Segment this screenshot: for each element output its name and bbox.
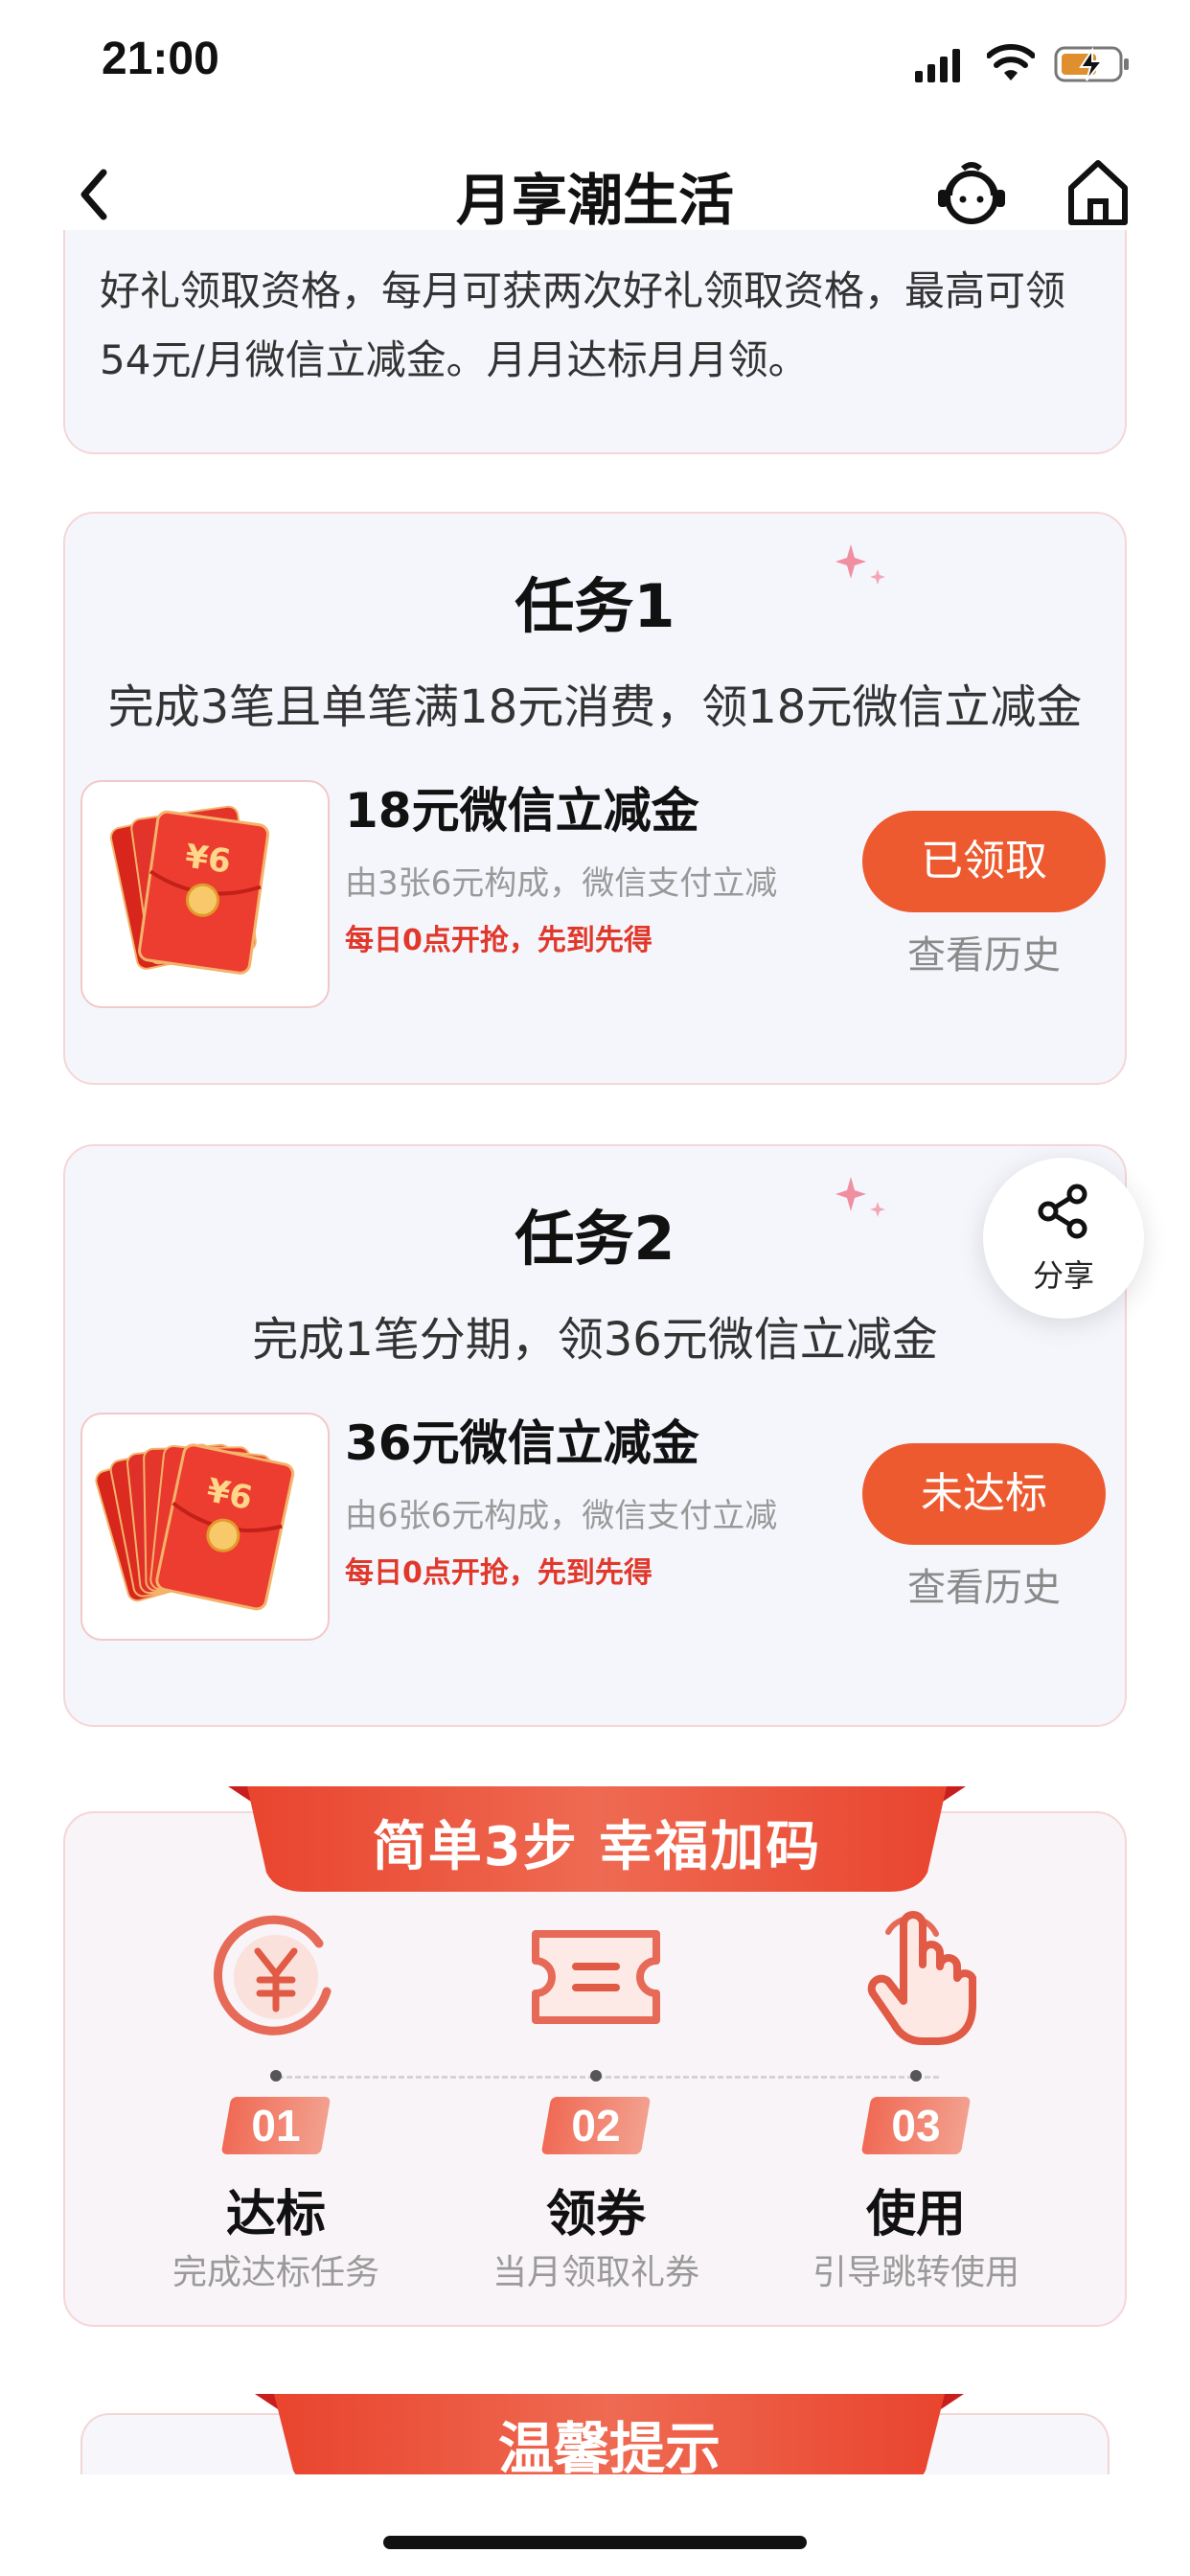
tips-title: 温馨提示 xyxy=(497,2416,721,2481)
intro-text: 好礼领取资格，每月可获两次好礼领取资格，最高可领54元/月微信立减金。月月达标月… xyxy=(100,267,1066,383)
claimed-button[interactable]: 已领取 xyxy=(862,811,1106,912)
red-packet-icon: ¥6 xyxy=(109,805,270,975)
status-bar: 21:00 xyxy=(0,0,1190,134)
step-2: 02 领券 当月领取礼券 xyxy=(452,1905,740,2292)
coupon-subtitle: 由6张6元构成，微信支付立减 xyxy=(345,1497,778,1535)
customer-service-button[interactable] xyxy=(934,157,1009,232)
task-title: 任务1 xyxy=(488,558,702,648)
share-button[interactable]: 分享 xyxy=(983,1158,1144,1319)
cellular-signal-icon xyxy=(915,49,960,82)
coupon-thumbnail: ¥6 xyxy=(80,780,330,1008)
view-history-link[interactable]: 查看历史 xyxy=(862,1556,1106,1612)
coupon-name: 18元微信立减金 xyxy=(345,783,699,839)
task-card-2: 任务2 完成1笔分期，领36元微信立减金 ¥6 36元微信立减金 由6张6元构成… xyxy=(63,1144,1127,1727)
steps-connector xyxy=(278,2076,939,2079)
share-label: 分享 xyxy=(1032,1257,1094,1294)
not-qualified-button[interactable]: 未达标 xyxy=(862,1443,1106,1545)
battery-charging-icon xyxy=(1054,46,1129,82)
step-subtitle: 引导跳转使用 xyxy=(812,2253,1019,2292)
step-title: 领券 xyxy=(545,2186,646,2243)
home-indicator[interactable] xyxy=(383,2536,807,2549)
steps-card: 简单3步 幸福加码 01 达标 完成达标任务 02 领券 当月领取礼券 03 使 xyxy=(63,1786,1127,2327)
step-subtitle: 完成达标任务 xyxy=(172,2253,379,2292)
home-button[interactable] xyxy=(1065,155,1131,230)
step-subtitle: 当月领取礼券 xyxy=(492,2253,699,2292)
tap-hand-icon xyxy=(867,1911,976,2045)
task-description: 完成1笔分期，领36元微信立减金 xyxy=(252,1313,938,1367)
step-number: 01 xyxy=(220,2097,332,2154)
bottom-safe-area xyxy=(0,2474,1190,2576)
ticket-icon xyxy=(532,1930,660,2024)
steps-title: 简单3步 幸福加码 xyxy=(372,1816,822,1878)
step-number: 03 xyxy=(860,2097,972,2154)
steps-ribbon: 简单3步 幸福加码 xyxy=(228,1786,966,1903)
intro-card: 好礼领取资格，每月可获两次好礼领取资格，最高可领54元/月微信立减金。月月达标月… xyxy=(63,230,1127,454)
step-title: 使用 xyxy=(865,2186,966,2243)
red-packet-icon: ¥6 xyxy=(95,1443,295,1611)
coupon-note: 每日0点开抢，先到先得 xyxy=(345,1556,652,1590)
step-number: 02 xyxy=(540,2097,652,2154)
step-1: 01 达标 完成达标任务 xyxy=(132,1905,420,2292)
view-history-link[interactable]: 查看历史 xyxy=(862,924,1106,979)
coupon-thumbnail: ¥6 xyxy=(80,1413,330,1641)
task-card-1: 任务1 完成3笔且单笔满18元消费，领18元微信立减金 ¥6 18元微信立减金 … xyxy=(63,512,1127,1085)
yen-coin-icon xyxy=(214,1915,332,2036)
coupon-name: 36元微信立减金 xyxy=(345,1415,699,1471)
task-title: 任务2 xyxy=(488,1190,702,1280)
wifi-icon xyxy=(987,44,1035,80)
svg-text:¥6: ¥6 xyxy=(183,838,233,882)
task-description: 完成3笔且单笔满18元消费，领18元微信立减金 xyxy=(107,680,1083,734)
coupon-note: 每日0点开抢，先到先得 xyxy=(345,924,652,957)
share-icon xyxy=(1038,1184,1087,1239)
coupon-subtitle: 由3张6元构成，微信支付立减 xyxy=(345,864,778,903)
status-time: 21:00 xyxy=(102,34,219,84)
step-3: 03 使用 引导跳转使用 xyxy=(772,1905,1060,2292)
step-title: 达标 xyxy=(225,2186,326,2243)
page-title: 月享潮生活 xyxy=(455,168,734,233)
